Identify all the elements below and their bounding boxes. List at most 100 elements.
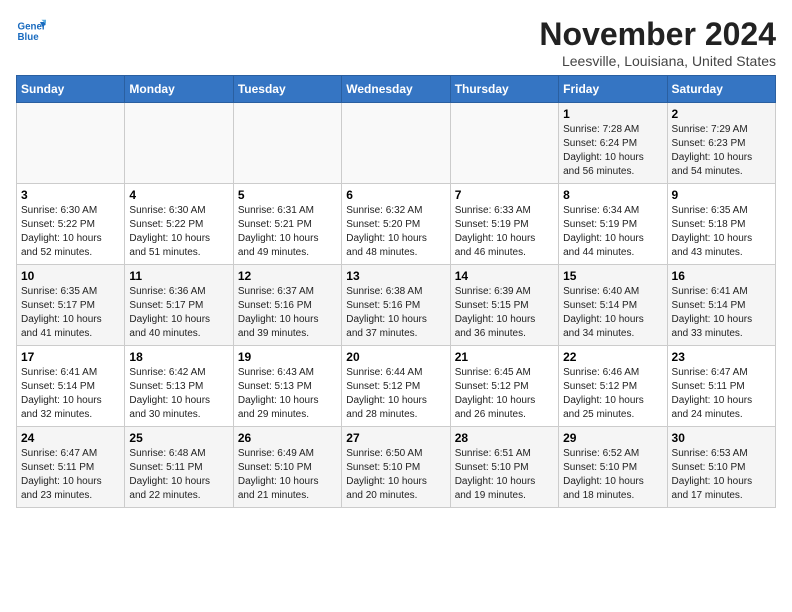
- day-number: 28: [455, 431, 554, 445]
- day-info: Sunrise: 6:30 AM Sunset: 5:22 PM Dayligh…: [21, 204, 120, 260]
- day-info: Sunrise: 6:35 AM Sunset: 5:17 PM Dayligh…: [21, 285, 120, 341]
- day-number: 15: [563, 269, 662, 283]
- day-number: 6: [346, 188, 445, 202]
- day-info: Sunrise: 6:38 AM Sunset: 5:16 PM Dayligh…: [346, 285, 445, 341]
- day-number: 9: [672, 188, 771, 202]
- calendar-cell: 27 Sunrise: 6:50 AM Sunset: 5:10 PM Dayli…: [342, 427, 450, 508]
- calendar-cell: 18Sunrise: 6:42 AM Sunset: 5:13 PM Dayli…: [125, 346, 233, 427]
- day-info: Sunrise: 7:28 AM Sunset: 6:24 PM Dayligh…: [563, 123, 662, 179]
- day-info: Sunrise: 6:41 AM Sunset: 5:14 PM Dayligh…: [21, 366, 120, 422]
- day-number: 24: [21, 431, 120, 445]
- day-number: 10: [21, 269, 120, 283]
- day-header: Friday: [559, 76, 667, 103]
- day-header: Monday: [125, 76, 233, 103]
- day-info: Sunrise: 7:29 AM Sunset: 6:23 PM Dayligh…: [672, 123, 771, 179]
- calendar-cell: 7 Sunrise: 6:33 AM Sunset: 5:19 PM Daylig…: [450, 184, 558, 265]
- day-info: Sunrise: 6:48 AM Sunset: 5:11 PM Dayligh…: [129, 447, 228, 503]
- day-info: Sunrise: 6:49 AM Sunset: 5:10 PM Dayligh…: [238, 447, 337, 503]
- calendar-cell: 16 Sunrise: 6:41 AM Sunset: 5:14 PM Dayli…: [667, 265, 775, 346]
- day-info: Sunrise: 6:32 AM Sunset: 5:20 PM Dayligh…: [346, 204, 445, 260]
- calendar-cell: 8Sunrise: 6:34 AM Sunset: 5:19 PM Daylig…: [559, 184, 667, 265]
- day-number: 26: [238, 431, 337, 445]
- day-header: Thursday: [450, 76, 558, 103]
- calendar-cell: 6 Sunrise: 6:32 AM Sunset: 5:20 PM Daylig…: [342, 184, 450, 265]
- logo-icon: General Blue: [16, 16, 46, 46]
- day-number: 17: [21, 350, 120, 364]
- title-area: November 2024 Leesville, Louisiana, Unit…: [539, 16, 776, 69]
- calendar-cell: 28 Sunrise: 6:51 AM Sunset: 5:10 PM Dayli…: [450, 427, 558, 508]
- calendar-header-row: SundayMondayTuesdayWednesdayThursdayFrid…: [17, 76, 776, 103]
- day-number: 5: [238, 188, 337, 202]
- day-number: 12: [238, 269, 337, 283]
- day-number: 18: [129, 350, 228, 364]
- svg-text:Blue: Blue: [18, 32, 40, 43]
- day-number: 23: [672, 350, 771, 364]
- day-info: Sunrise: 6:41 AM Sunset: 5:14 PM Dayligh…: [672, 285, 771, 341]
- day-info: Sunrise: 6:31 AM Sunset: 5:21 PM Dayligh…: [238, 204, 337, 260]
- day-number: 13: [346, 269, 445, 283]
- day-info: Sunrise: 6:46 AM Sunset: 5:12 PM Dayligh…: [563, 366, 662, 422]
- calendar-cell: 19 Sunrise: 6:43 AM Sunset: 5:13 PM Dayli…: [233, 346, 341, 427]
- calendar-body: 1Sunrise: 7:28 AM Sunset: 6:24 PM Daylig…: [17, 103, 776, 508]
- calendar-cell: [450, 103, 558, 184]
- calendar-cell: 14Sunrise: 6:39 AM Sunset: 5:15 PM Dayli…: [450, 265, 558, 346]
- day-info: Sunrise: 6:47 AM Sunset: 5:11 PM Dayligh…: [21, 447, 120, 503]
- day-info: Sunrise: 6:51 AM Sunset: 5:10 PM Dayligh…: [455, 447, 554, 503]
- calendar-cell: 29 Sunrise: 6:52 AM Sunset: 5:10 PM Dayli…: [559, 427, 667, 508]
- calendar-cell: 3 Sunrise: 6:30 AM Sunset: 5:22 PM Daylig…: [17, 184, 125, 265]
- day-number: 19: [238, 350, 337, 364]
- calendar-cell: 20 Sunrise: 6:44 AM Sunset: 5:12 PM Dayli…: [342, 346, 450, 427]
- calendar-week-row: 1Sunrise: 7:28 AM Sunset: 6:24 PM Daylig…: [17, 103, 776, 184]
- day-number: 16: [672, 269, 771, 283]
- header: General Blue November 2024 Leesville, Lo…: [16, 16, 776, 69]
- day-number: 8: [563, 188, 662, 202]
- day-number: 25: [129, 431, 228, 445]
- day-info: Sunrise: 6:43 AM Sunset: 5:13 PM Dayligh…: [238, 366, 337, 422]
- month-title: November 2024: [539, 16, 776, 53]
- day-info: Sunrise: 6:40 AM Sunset: 5:14 PM Dayligh…: [563, 285, 662, 341]
- day-number: 14: [455, 269, 554, 283]
- calendar-cell: 13 Sunrise: 6:38 AM Sunset: 5:16 PM Dayli…: [342, 265, 450, 346]
- day-number: 30: [672, 431, 771, 445]
- logo: General Blue: [16, 16, 46, 46]
- day-number: 21: [455, 350, 554, 364]
- day-header: Sunday: [17, 76, 125, 103]
- day-number: 2: [672, 107, 771, 121]
- calendar-cell: 17 Sunrise: 6:41 AM Sunset: 5:14 PM Dayli…: [17, 346, 125, 427]
- day-number: 3: [21, 188, 120, 202]
- calendar-cell: 1Sunrise: 7:28 AM Sunset: 6:24 PM Daylig…: [559, 103, 667, 184]
- day-info: Sunrise: 6:52 AM Sunset: 5:10 PM Dayligh…: [563, 447, 662, 503]
- day-number: 27: [346, 431, 445, 445]
- calendar-cell: 25 Sunrise: 6:48 AM Sunset: 5:11 PM Dayli…: [125, 427, 233, 508]
- calendar-cell: 5 Sunrise: 6:31 AM Sunset: 5:21 PM Daylig…: [233, 184, 341, 265]
- calendar-cell: 24 Sunrise: 6:47 AM Sunset: 5:11 PM Dayli…: [17, 427, 125, 508]
- calendar-cell: 30Sunrise: 6:53 AM Sunset: 5:10 PM Dayli…: [667, 427, 775, 508]
- calendar-cell: 9 Sunrise: 6:35 AM Sunset: 5:18 PM Daylig…: [667, 184, 775, 265]
- day-number: 29: [563, 431, 662, 445]
- calendar-cell: 21Sunrise: 6:45 AM Sunset: 5:12 PM Dayli…: [450, 346, 558, 427]
- calendar-week-row: 3 Sunrise: 6:30 AM Sunset: 5:22 PM Daylig…: [17, 184, 776, 265]
- day-info: Sunrise: 6:35 AM Sunset: 5:18 PM Dayligh…: [672, 204, 771, 260]
- day-header: Saturday: [667, 76, 775, 103]
- calendar-cell: 15 Sunrise: 6:40 AM Sunset: 5:14 PM Dayli…: [559, 265, 667, 346]
- calendar-cell: 11 Sunrise: 6:36 AM Sunset: 5:17 PM Dayli…: [125, 265, 233, 346]
- calendar-cell: 4Sunrise: 6:30 AM Sunset: 5:22 PM Daylig…: [125, 184, 233, 265]
- day-info: Sunrise: 6:33 AM Sunset: 5:19 PM Dayligh…: [455, 204, 554, 260]
- day-number: 7: [455, 188, 554, 202]
- day-info: Sunrise: 6:50 AM Sunset: 5:10 PM Dayligh…: [346, 447, 445, 503]
- day-header: Tuesday: [233, 76, 341, 103]
- day-number: 22: [563, 350, 662, 364]
- calendar-cell: 12Sunrise: 6:37 AM Sunset: 5:16 PM Dayli…: [233, 265, 341, 346]
- day-info: Sunrise: 6:47 AM Sunset: 5:11 PM Dayligh…: [672, 366, 771, 422]
- day-number: 11: [129, 269, 228, 283]
- calendar-cell: [125, 103, 233, 184]
- location: Leesville, Louisiana, United States: [539, 53, 776, 69]
- day-number: 4: [129, 188, 228, 202]
- day-info: Sunrise: 6:36 AM Sunset: 5:17 PM Dayligh…: [129, 285, 228, 341]
- day-number: 20: [346, 350, 445, 364]
- day-info: Sunrise: 6:44 AM Sunset: 5:12 PM Dayligh…: [346, 366, 445, 422]
- calendar-cell: 10 Sunrise: 6:35 AM Sunset: 5:17 PM Dayli…: [17, 265, 125, 346]
- day-header: Wednesday: [342, 76, 450, 103]
- calendar-cell: [342, 103, 450, 184]
- calendar-week-row: 10 Sunrise: 6:35 AM Sunset: 5:17 PM Dayli…: [17, 265, 776, 346]
